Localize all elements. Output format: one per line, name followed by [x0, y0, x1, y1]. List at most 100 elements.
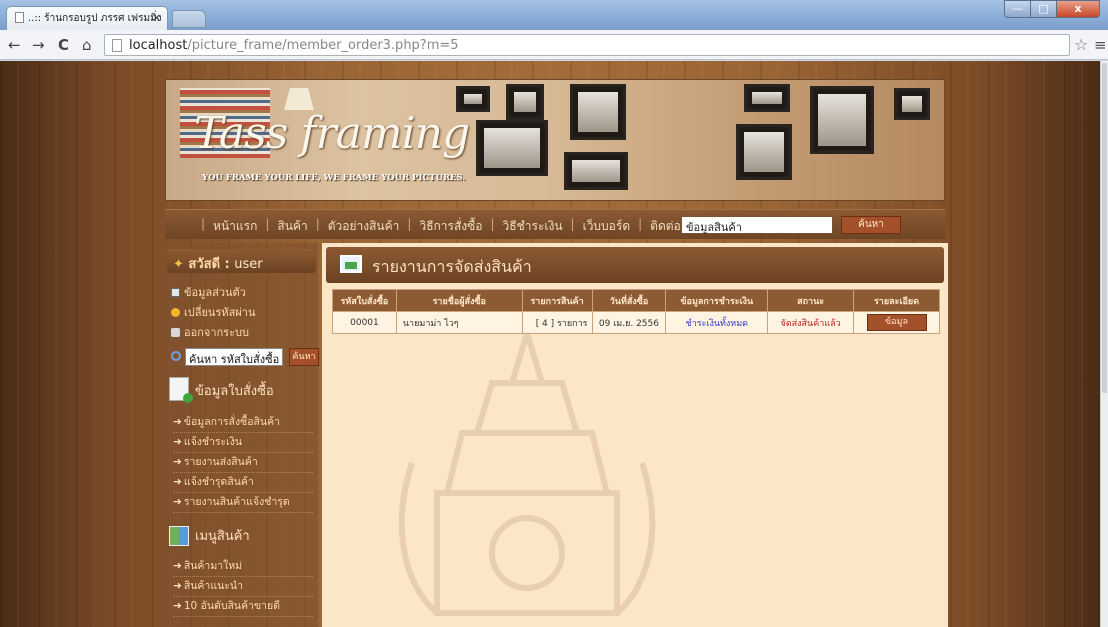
- column-header: วันที่สั่งซื้อ: [591, 289, 667, 312]
- sidebar-item-label: รายงานสินค้าแจ้งชำรุด: [183, 496, 290, 508]
- image-icon: [340, 255, 362, 273]
- order-date-cell: 09 เม.ย. 2556: [591, 311, 667, 334]
- product-grid-icon: [169, 526, 189, 546]
- sidebar-item-profile[interactable]: ข้อมูลส่วนตัว: [171, 283, 246, 301]
- column-header: สถานะ: [767, 289, 855, 312]
- sidebar-item-label: รายงานส่งสินค้า: [183, 456, 258, 468]
- home-icon[interactable]: ⌂: [82, 36, 92, 54]
- top-navigation: | หน้าแรก | สินค้า | ตัวอย่างสินค้า | วิธีกา…: [165, 209, 945, 239]
- sidebar-item-logout[interactable]: ออกจากระบบ: [171, 323, 249, 341]
- nav-link-payment[interactable]: วิธีชำระเงิน: [495, 217, 571, 236]
- table-header-row: รหัสใบสั่งซื้อ รายชื่อผู้สั่งซื้อ รายการ…: [332, 289, 940, 312]
- site-tagline: YOU FRAME YOUR LIFE, WE FRAME YOUR PICTU…: [202, 173, 466, 183]
- sidebar-item-label: แจ้งชำระเงิน: [183, 436, 243, 448]
- sidebar: ✦ สวัสดี : user ข้อมูลส่วนตัว เปลี่ยนรหั…: [165, 243, 319, 627]
- site-banner: Tass framing YOU FRAME YOUR LIFE, WE FRA…: [165, 79, 945, 201]
- customer-cell: นายมาม่า ไวๆ: [395, 311, 523, 334]
- browser-toolbar: ← → C ⌂ localhost/picture_frame/member_o…: [0, 30, 1108, 60]
- tab-close-icon[interactable]: ×: [152, 11, 161, 24]
- arrow-icon: ➜: [173, 600, 182, 612]
- nav-link-webboard[interactable]: เว็บบอร์ด: [575, 217, 639, 236]
- address-bar[interactable]: localhost/picture_frame/member_order3.ph…: [104, 34, 1070, 56]
- username: user: [234, 257, 263, 272]
- order-search-input[interactable]: ค้นหา รหัสใบสั่งซื้อ: [185, 348, 283, 366]
- picture-frame-image: [744, 84, 790, 112]
- order-search-button[interactable]: ค้นหา: [289, 348, 319, 366]
- arrow-icon: ➜: [173, 580, 182, 592]
- picture-frame-image: [810, 86, 874, 154]
- table-row: 00001 นายมาม่า ไวๆ [ 4 ] รายการ 09 เม.ย.…: [332, 311, 940, 334]
- sidebar-item-label: ข้อมูลส่วนตัว: [184, 286, 246, 299]
- items-cell[interactable]: [ 4 ] รายการ: [521, 311, 593, 334]
- picture-frame-image: [570, 84, 626, 140]
- bookmark-star-icon[interactable]: ☆: [1074, 35, 1088, 54]
- reload-icon[interactable]: C: [58, 36, 69, 54]
- close-window-button[interactable]: x: [1056, 0, 1100, 18]
- maximize-button[interactable]: □: [1030, 0, 1056, 18]
- arrow-icon: ➜: [173, 476, 182, 488]
- product-search-input[interactable]: ข้อมูลสินค้า: [681, 216, 833, 234]
- sidebar-item-damage-report[interactable]: ➜ รายงานสินค้าแจ้งชำรุด: [173, 493, 313, 513]
- page-title: รายงานการจัดส่งสินค้า: [372, 257, 532, 276]
- sidebar-item-new-products[interactable]: ➜ สินค้ามาใหม่: [173, 557, 313, 577]
- sidebar-item-shipping-report[interactable]: ➜ รายงานส่งสินค้า: [173, 453, 313, 473]
- product-section-label: เมนูสินค้า: [195, 529, 250, 544]
- column-header: ข้อมูลการชำระเงิน: [665, 289, 769, 312]
- picture-frame-image: [564, 152, 628, 190]
- back-icon[interactable]: ←: [8, 36, 21, 54]
- arrow-icon: ➜: [173, 496, 182, 508]
- vertical-scrollbar[interactable]: [1100, 61, 1108, 627]
- sidebar-item-label: 10 อันดับสินค้าขายดี: [183, 600, 281, 612]
- product-search-button[interactable]: ค้นหา: [841, 216, 901, 234]
- browser-tab[interactable]: ..:: ร้านกรอบรูป ภรรศ เฟรมมิ่ง ×: [6, 6, 168, 30]
- sidebar-item-damage-notice[interactable]: ➜ แจ้งชำรุดสินค้า: [173, 473, 313, 493]
- page-icon: [15, 12, 24, 23]
- site-logo[interactable]: Tass framing: [194, 108, 470, 159]
- sidebar-item-change-password[interactable]: เปลี่ยนรหัสผ่าน: [171, 303, 255, 321]
- order-id-cell: 00001: [332, 311, 397, 334]
- sidebar-item-label: สินค้ามาใหม่: [183, 560, 243, 572]
- scrollbar-thumb[interactable]: [1102, 63, 1107, 393]
- main-content: รายงานการจัดส่งสินค้า รหัสใบสั่งซื้อ ราย…: [322, 243, 948, 627]
- lock-icon: [171, 328, 180, 337]
- user-icon: ✦: [173, 257, 189, 272]
- sidebar-item-label: ออกจากระบบ: [184, 326, 249, 339]
- nav-link-samples[interactable]: ตัวอย่างสินค้า: [320, 217, 408, 236]
- profile-card-icon: [171, 288, 180, 297]
- page-viewport: Tass framing YOU FRAME YOUR LIFE, WE FRA…: [0, 61, 1100, 627]
- report-header: รายงานการจัดส่งสินค้า: [326, 247, 944, 283]
- sidebar-item-top-sellers[interactable]: ➜ 10 อันดับสินค้าขายดี: [173, 597, 313, 617]
- product-section-title: เมนูสินค้า: [169, 525, 250, 546]
- detail-cell: ข้อมูล: [853, 311, 940, 334]
- picture-frame-image: [476, 120, 548, 176]
- sidebar-item-payment-notice[interactable]: ➜ แจ้งชำระเงิน: [173, 433, 313, 453]
- url-host: localhost: [129, 38, 188, 53]
- sidebar-item-recommended[interactable]: ➜ สินค้าแนะนำ: [173, 577, 313, 597]
- browser-menu-icon[interactable]: ≡: [1094, 36, 1107, 54]
- url-path: /picture_frame/member_order3.php?m=5: [187, 38, 459, 53]
- sidebar-item-label: ข้อมูลการสั่งซื้อสินค้า: [183, 416, 281, 428]
- sidebar-item-label: สินค้าแนะนำ: [183, 580, 243, 592]
- arrow-icon: ➜: [173, 456, 182, 468]
- sidebar-item-order-info[interactable]: ➜ ข้อมูลการสั่งซื้อสินค้า: [173, 413, 313, 433]
- arrow-icon: ➜: [173, 560, 182, 572]
- nav-link-home[interactable]: หน้าแรก: [205, 217, 265, 236]
- picture-frame-image: [894, 88, 930, 120]
- search-icon: [171, 351, 181, 361]
- top-nav-links: | หน้าแรก | สินค้า | ตัวอย่างสินค้า | วิธีกา…: [201, 217, 706, 236]
- nav-link-how-to-order[interactable]: วิธีการสั่งซื้อ: [411, 217, 490, 236]
- column-header: รายชื่อผู้สั่งซื้อ: [395, 289, 523, 312]
- page-icon: [112, 39, 122, 52]
- payment-cell: ชำระเงินทั้งหมด: [665, 311, 769, 334]
- tab-title: ..:: ร้านกรอบรูป ภรรศ เฟรมมิ่ง: [28, 13, 162, 24]
- detail-button[interactable]: ข้อมูล: [866, 314, 927, 331]
- forward-icon[interactable]: →: [32, 36, 45, 54]
- order-search: ค้นหา รหัสใบสั่งซื้อ ค้นหา: [171, 348, 319, 366]
- picture-frame-image: [506, 84, 544, 120]
- nav-link-products[interactable]: สินค้า: [269, 217, 315, 236]
- greeting-bar: ✦ สวัสดี : user: [167, 249, 316, 273]
- royal-emblem-watermark: [398, 323, 656, 616]
- minimize-button[interactable]: —: [1004, 0, 1030, 18]
- new-tab-button[interactable]: [172, 10, 206, 28]
- sidebar-item-label: แจ้งชำรุดสินค้า: [183, 476, 254, 488]
